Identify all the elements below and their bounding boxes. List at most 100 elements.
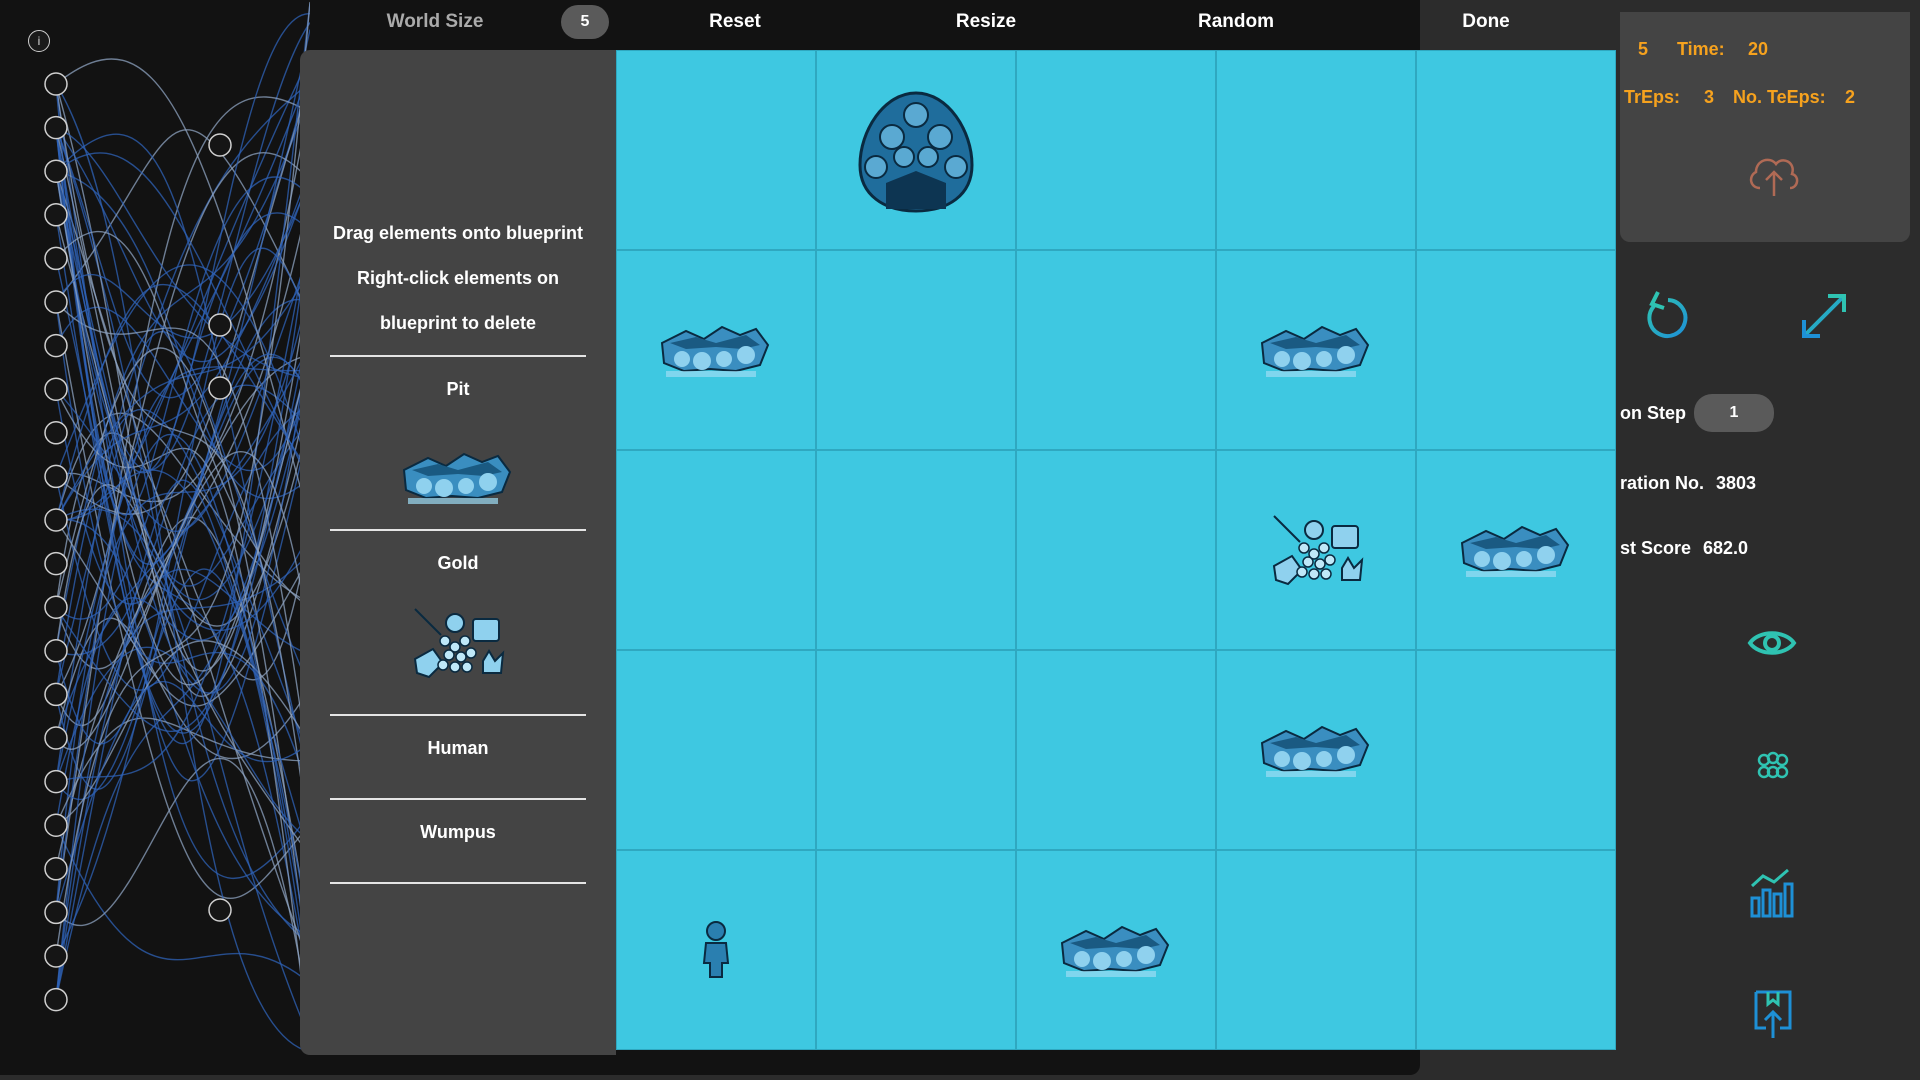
info-icon[interactable]: i [28, 30, 50, 52]
grid-cell[interactable] [816, 850, 1016, 1050]
pit-icon [1260, 725, 1370, 777]
neural-network-graph [44, 1, 310, 1053]
nn-input-node [44, 857, 68, 881]
palette-item-label: Wumpus [420, 822, 496, 842]
palette-item-label: Pit [446, 379, 470, 399]
nn-hidden-node [208, 133, 232, 157]
nn-input-node [44, 421, 68, 445]
grid-cell[interactable] [616, 850, 816, 1050]
grid-cell[interactable] [1416, 250, 1616, 450]
grid-cell[interactable] [1016, 250, 1216, 450]
resize-button[interactable]: Resize [926, 11, 1046, 33]
nn-input-node [44, 987, 68, 1012]
human-icon [702, 921, 730, 978]
nn-input-node [44, 900, 68, 925]
wumpus-icon [858, 91, 974, 213]
best-score-value: 682.0 [1703, 538, 1749, 558]
grid-cell[interactable] [616, 650, 816, 850]
train-episodes-label: . TrEps: [1620, 87, 1681, 107]
divider [330, 882, 586, 884]
reset-button[interactable]: Reset [675, 11, 795, 33]
grid-cell[interactable] [616, 450, 816, 650]
world-size-input[interactable]: 5 [561, 5, 609, 39]
palette-item-gold[interactable]: Gold [330, 531, 586, 714]
grid-cell[interactable] [616, 250, 816, 450]
nn-connection [55, 127, 310, 996]
upload-cloud-icon[interactable] [1746, 150, 1802, 200]
random-button[interactable]: Random [1176, 11, 1296, 33]
pit-icon [1260, 325, 1370, 377]
grid-cell[interactable] [1016, 650, 1216, 850]
done-button[interactable]: Done [1426, 11, 1546, 33]
grid-cell[interactable] [616, 50, 816, 250]
palette-item-human[interactable]: Human [330, 716, 586, 798]
nn-connection [55, 412, 310, 604]
expand-icon[interactable] [1796, 288, 1852, 344]
nn-input-node [44, 551, 68, 576]
group-icon[interactable] [1754, 750, 1792, 784]
grid-cell[interactable] [816, 50, 1016, 250]
grid-cell[interactable] [1416, 650, 1616, 850]
grid-cell[interactable] [1216, 50, 1416, 250]
grid-cell[interactable] [1016, 50, 1216, 250]
toolbar: World Size 5 Reset Resize Random Done [300, 0, 1620, 44]
nn-hidden-node [208, 376, 232, 400]
train-episodes-value: 3 [1704, 87, 1715, 107]
gold-icon [1272, 514, 1363, 585]
episode-step-input[interactable]: 1 [1694, 394, 1774, 432]
instruction-delete: blueprint to delete [379, 313, 536, 333]
iteration-value: 3803 [1716, 473, 1757, 493]
nn-input-node [44, 464, 68, 489]
nn-input-node [44, 639, 68, 663]
nn-input-node [44, 333, 68, 358]
nn-input-node [44, 115, 68, 140]
nn-input-node [44, 246, 68, 271]
instruction-right-click: Right-click elements on [356, 268, 560, 288]
grid-cell[interactable] [1216, 650, 1416, 850]
pit-icon [660, 325, 770, 377]
bookmark-upload-icon[interactable] [1750, 988, 1796, 1040]
refresh-icon[interactable] [1642, 288, 1692, 342]
test-episodes-label: No. TeEps: [1733, 87, 1826, 107]
pit-icon [1060, 925, 1170, 977]
blueprint-palette: Drag elements onto blueprint Right-click… [300, 50, 616, 1055]
instruction-drag: Drag elements onto blueprint [332, 223, 584, 243]
nn-hidden-node [208, 313, 232, 337]
best-score-label: st Score [1620, 538, 1692, 558]
nn-hidden-node [208, 898, 232, 922]
world-grid[interactable] [616, 50, 1616, 1050]
grid-cell[interactable] [816, 450, 1016, 650]
episode-step-label: on Step [1620, 403, 1686, 423]
grid-cell[interactable] [1216, 250, 1416, 450]
nn-input-node [44, 377, 68, 401]
nn-input-node [44, 290, 68, 314]
grid-cell[interactable] [1416, 850, 1616, 1050]
palette-item-pit[interactable]: Pit [330, 357, 586, 529]
nn-input-node [44, 682, 68, 707]
nn-input-node [44, 203, 68, 227]
world-size-stat: 5 [1638, 39, 1649, 59]
eye-icon[interactable] [1747, 626, 1797, 660]
palette-item-wumpus[interactable]: Wumpus [330, 800, 586, 882]
pit-icon [1460, 525, 1570, 577]
grid-cell[interactable] [1016, 850, 1216, 1050]
grid-cell[interactable] [1016, 450, 1216, 650]
grid-cell[interactable] [816, 250, 1016, 450]
gold-icon [413, 608, 505, 679]
nn-input-node [44, 944, 68, 968]
world-size-label: World Size [386, 11, 484, 32]
nn-input-node [44, 159, 68, 183]
nn-input-node [44, 726, 68, 750]
grid-cell[interactable] [1416, 450, 1616, 650]
nn-input-node [44, 813, 68, 837]
grid-cell[interactable] [1216, 450, 1416, 650]
nn-input-node [44, 508, 68, 532]
bar-chart-icon[interactable] [1746, 864, 1800, 920]
grid-cell[interactable] [816, 650, 1016, 850]
pit-icon [402, 452, 512, 504]
test-episodes-value: 2 [1845, 87, 1856, 107]
grid-cell[interactable] [1216, 850, 1416, 1050]
grid-cell[interactable] [1416, 50, 1616, 250]
time-value: 20 [1748, 39, 1769, 59]
stats-panel: 5 Time: 20 . TrEps: 3 No. TeEps: 2 [1620, 12, 1910, 242]
